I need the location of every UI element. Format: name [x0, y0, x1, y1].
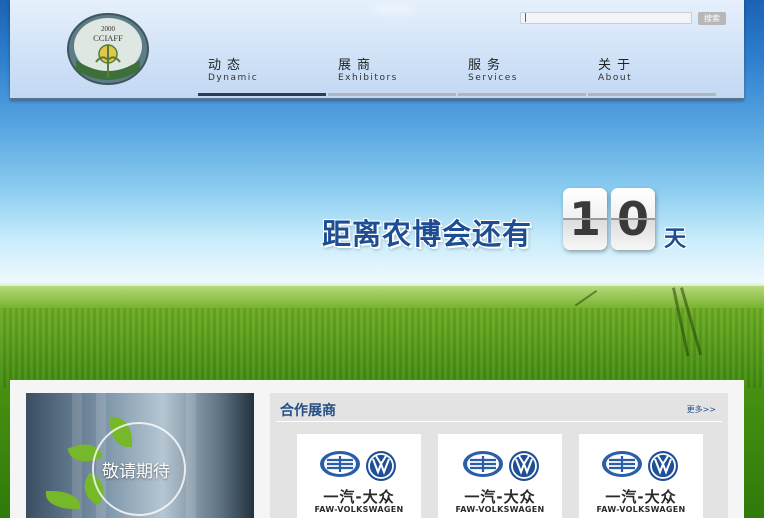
search-button[interactable]: 搜索: [698, 12, 726, 25]
promo-stripe: [186, 393, 196, 518]
grass-field: [0, 308, 764, 388]
nav-indicator: [328, 93, 456, 96]
partner-subtitle: FAW-VOLKSWAGEN: [455, 505, 545, 514]
far-field: [0, 286, 764, 308]
partners-more-link[interactable]: 更多>>: [687, 404, 716, 415]
search-input[interactable]: |: [520, 12, 692, 24]
partner-card[interactable]: 一汽-大众 FAW-VOLKSWAGEN: [438, 434, 562, 518]
nav-indicator: [198, 93, 326, 96]
nav-item-cn-label: 展商: [338, 58, 377, 73]
nav-item-en-label: Exhibitors: [338, 73, 398, 83]
nav-item-en-label: About: [598, 73, 633, 83]
nav-item-cn-label: 服务: [468, 58, 507, 73]
partners-header: 合作展商 更多>>: [276, 393, 722, 422]
faw-logo-icon: [602, 451, 642, 477]
promo-text: 敬请期待: [102, 462, 170, 482]
flip-divider: [563, 218, 607, 220]
logo-year: 2000: [101, 25, 116, 33]
partner-subtitle: FAW-VOLKSWAGEN: [596, 505, 686, 514]
vw-logo-icon: [509, 451, 539, 481]
content-panel: 敬请期待 合作展商 更多>> 一汽-大众 FAW-VOLKSWAGEN 一汽-大…: [10, 380, 744, 518]
cciaff-logo[interactable]: 2000 CCIAFF: [66, 12, 150, 86]
nav-item-dynamic[interactable]: 动态 Dynamic: [198, 50, 326, 96]
partner-wordmark: 一汽-大众: [464, 488, 536, 506]
nav-item-en-label: Dynamic: [208, 73, 259, 83]
logo-acronym: CCIAFF: [93, 33, 123, 43]
partners-title: 合作展商: [280, 403, 336, 419]
nav-item-cn-label: 动态: [208, 58, 247, 73]
nav-indicator: [458, 93, 586, 96]
countdown-digit-tens: 1: [563, 188, 607, 250]
vw-logo-icon: [366, 451, 396, 481]
faw-logo-icon: [463, 451, 503, 477]
nav-indicator: [588, 93, 716, 96]
nav-item-about[interactable]: 关于 About: [588, 50, 716, 96]
site-header: 2000 CCIAFF | 搜索 动态 Dynamic 展商 Exhibitor…: [10, 0, 744, 100]
partner-card[interactable]: 一汽-大众 FAW-VOLKSWAGEN: [579, 434, 703, 518]
nav-item-services[interactable]: 服务 Services: [458, 50, 586, 96]
nav-item-exhibitors[interactable]: 展商 Exhibitors: [328, 50, 456, 96]
vw-logo-icon: [648, 451, 678, 481]
nav-item-cn-label: 关于: [598, 58, 637, 73]
partner-wordmark: 一汽-大众: [605, 488, 677, 506]
countdown-prefix: 距离农博会还有: [322, 217, 533, 251]
partner-wordmark: 一汽-大众: [323, 488, 395, 506]
partner-subtitle: FAW-VOLKSWAGEN: [314, 505, 404, 514]
nav-item-en-label: Services: [468, 73, 518, 83]
countdown-suffix: 天: [664, 227, 687, 252]
faw-logo-icon: [320, 451, 360, 477]
countdown-digit-ones: 0: [611, 188, 655, 250]
partner-card[interactable]: 一汽-大众 FAW-VOLKSWAGEN: [297, 434, 421, 518]
flip-divider: [611, 218, 655, 220]
coming-soon-promo[interactable]: 敬请期待: [26, 393, 254, 518]
partner-exhibitors-section: 合作展商 更多>> 一汽-大众 FAW-VOLKSWAGEN 一汽-大众 FAW…: [270, 393, 728, 518]
